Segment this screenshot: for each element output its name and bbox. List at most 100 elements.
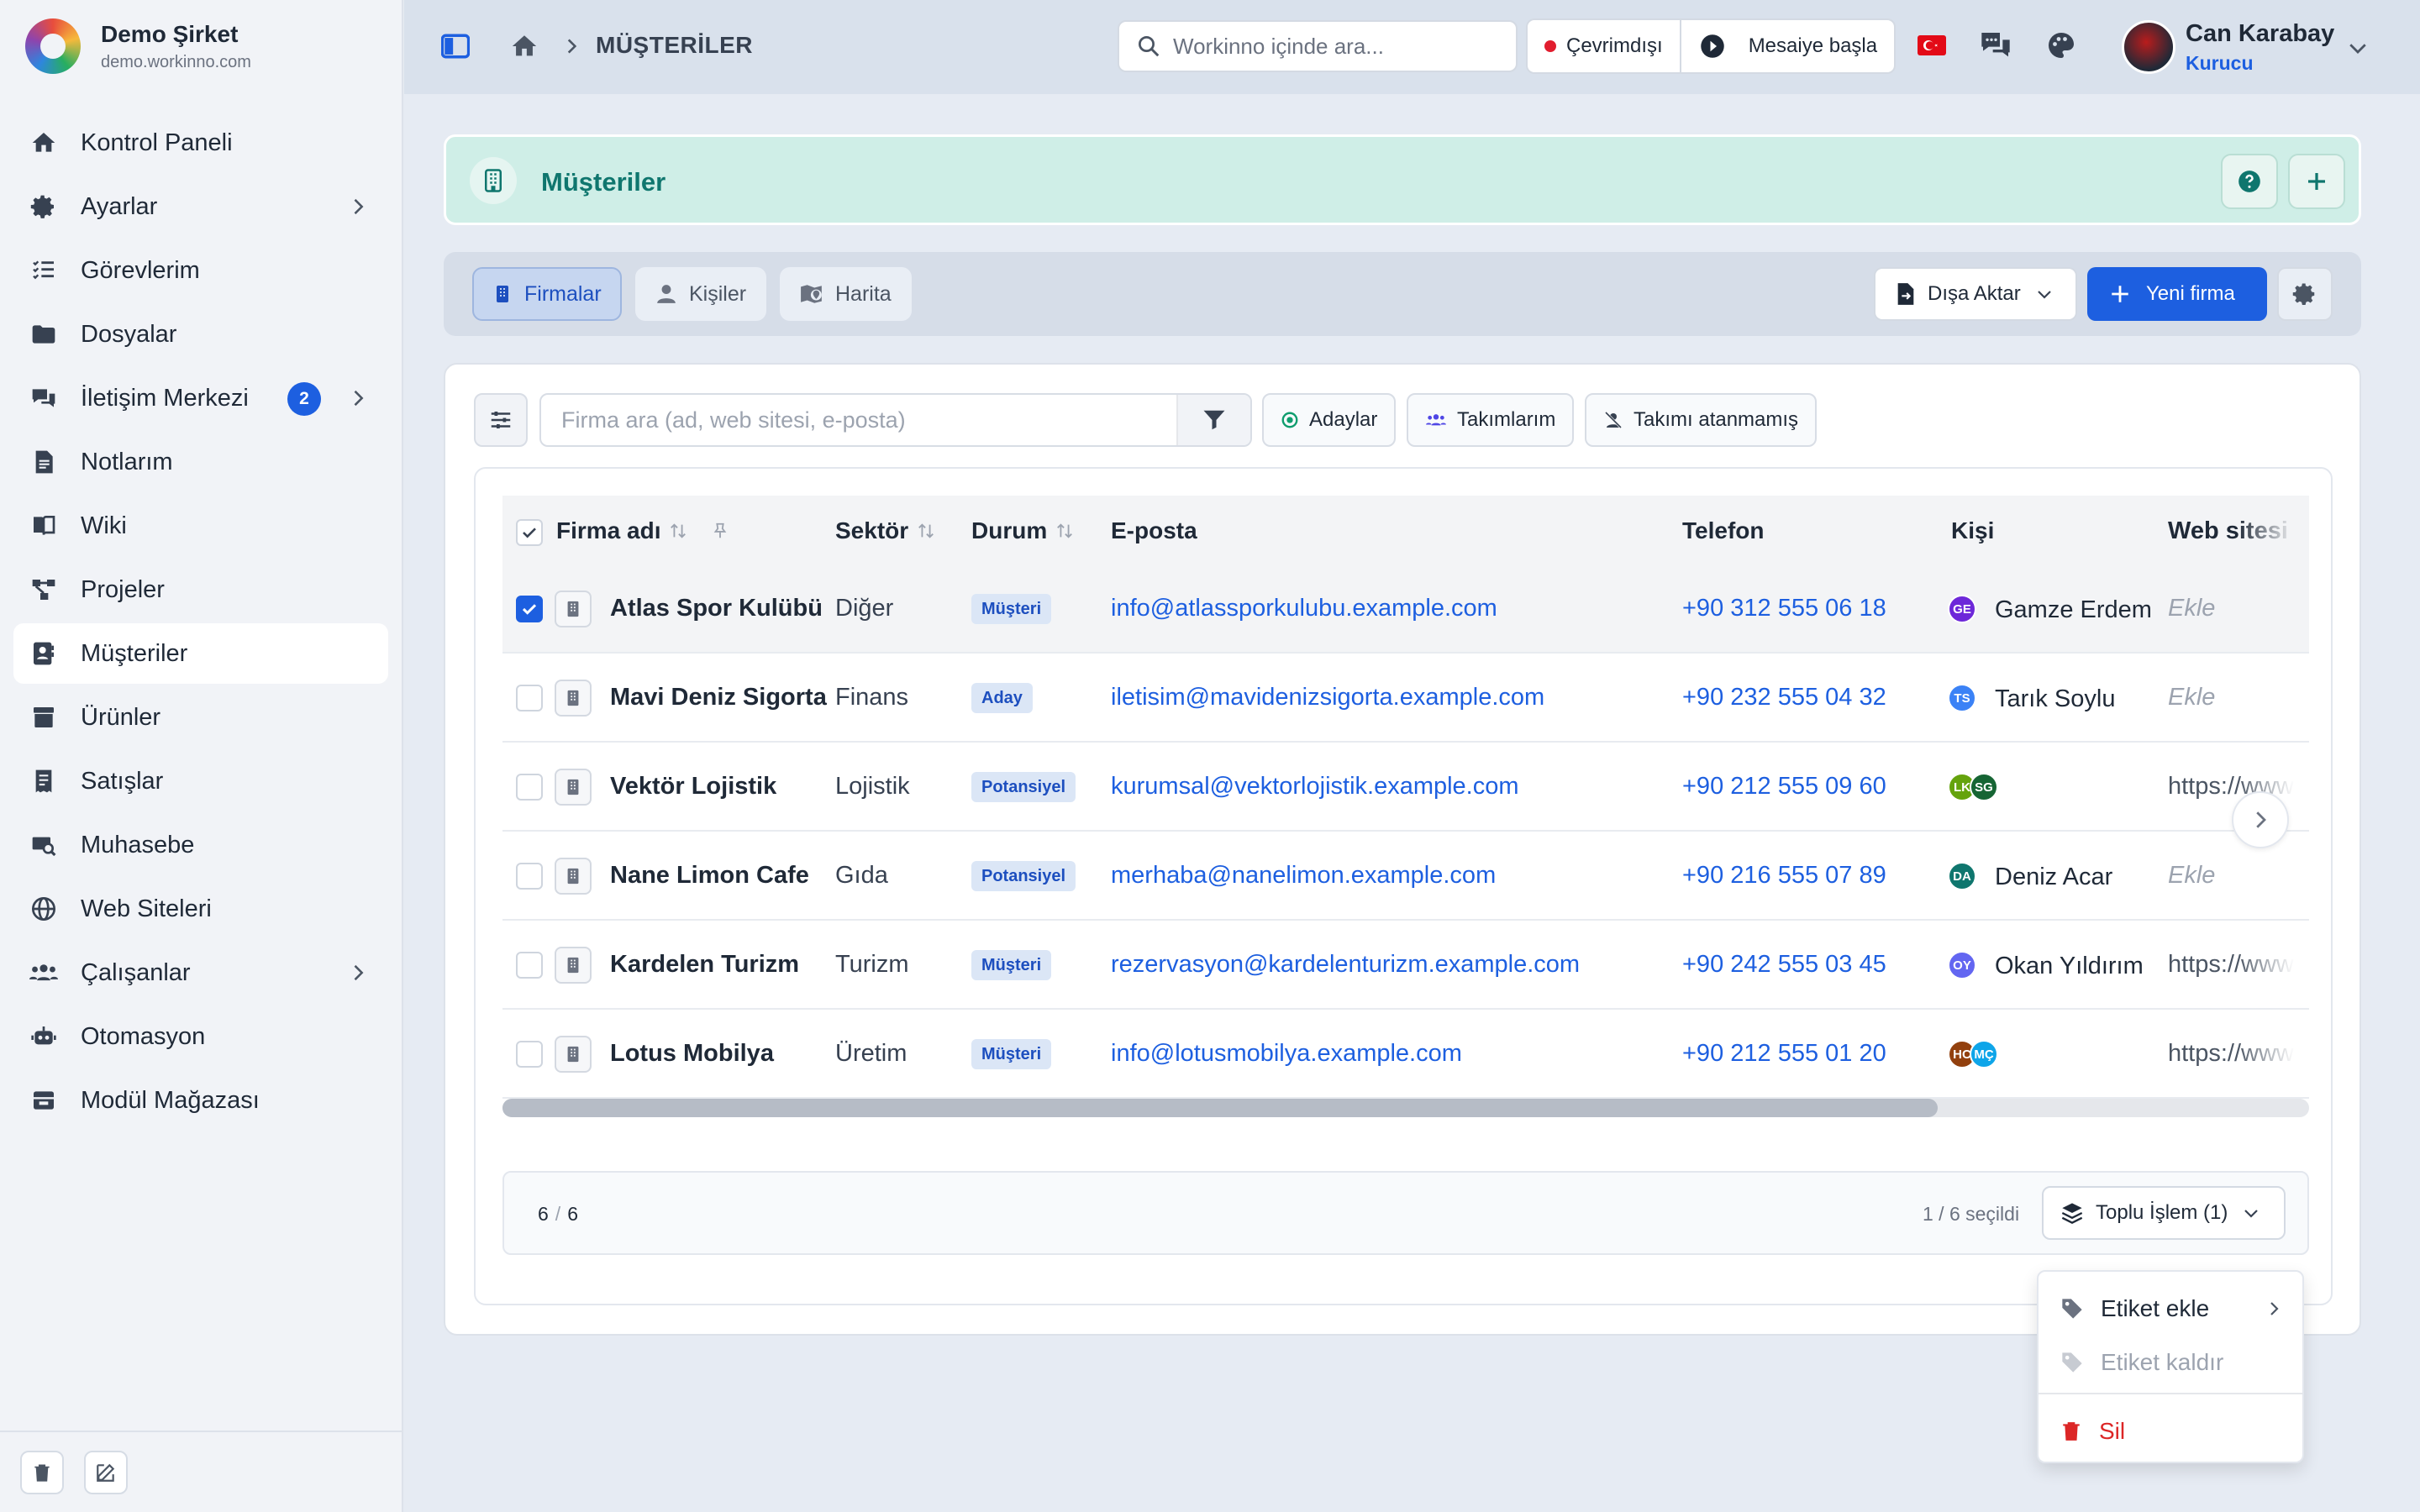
company-name[interactable]: Nane Limon Cafe (610, 862, 809, 890)
sidebar-item-tasks[interactable]: Görevlerim (13, 240, 388, 301)
palette-icon[interactable] (2046, 30, 2076, 60)
contact-person[interactable]: Gamze Erdem (1995, 596, 2152, 624)
avatar[interactable] (2122, 20, 2175, 74)
company-email[interactable]: rezervasyon@kardelenturizm.example.com (1111, 951, 1580, 979)
table-settings-button[interactable] (2277, 267, 2333, 321)
company-email[interactable]: merhaba@nanelimon.example.com (1111, 862, 1496, 890)
person-avatar[interactable]: MÇ (1970, 1040, 1998, 1068)
tab-map[interactable]: Harita (780, 267, 912, 321)
filter-button[interactable] (1176, 395, 1250, 445)
start-shift-button[interactable]: Mesaiye başla (1681, 34, 1877, 59)
company-phone[interactable]: +90 232 555 04 32 (1682, 684, 1886, 711)
sidebar-item-automation[interactable]: Otomasyon (13, 1006, 388, 1067)
sidebar-item-employees[interactable]: Çalışanlar (13, 942, 388, 1003)
row-checkbox[interactable] (516, 774, 543, 801)
add-button[interactable] (2288, 154, 2345, 209)
company-phone[interactable]: +90 212 555 01 20 (1682, 1040, 1886, 1068)
company-website[interactable]: Ekle (2168, 595, 2294, 622)
column-filter-button[interactable] (474, 393, 528, 447)
sidebar-item-settings[interactable]: Ayarlar (13, 176, 388, 237)
column-header-name[interactable]: Firma adı (556, 517, 729, 544)
person-avatar[interactable]: GE (1948, 595, 1976, 623)
menu-item-remove-tag[interactable]: Etiket kaldır (2039, 1336, 2302, 1389)
menu-item-add-tag[interactable]: Etiket ekle (2039, 1282, 2302, 1336)
company-name[interactable]: Lotus Mobilya (610, 1040, 774, 1068)
chevron-down-icon[interactable] (2345, 35, 2370, 60)
filter-chip-leads[interactable]: Adaylar (1262, 393, 1397, 447)
sidebar-item-websites[interactable]: Web Siteleri (13, 879, 388, 939)
edit-button[interactable] (84, 1451, 128, 1494)
sidebar-item-customers[interactable]: Müşteriler (13, 623, 388, 684)
trash-button[interactable] (20, 1451, 64, 1494)
person-avatar[interactable]: SG (1970, 773, 1998, 801)
company-phone[interactable]: +90 312 555 06 18 (1682, 595, 1886, 622)
bulk-action-button[interactable]: Toplu İşlem (1) (2042, 1186, 2286, 1240)
table-row[interactable]: Nane Limon Cafe Gıda Potansiyel merhaba@nan… (502, 832, 2309, 921)
contact-person[interactable]: Tarık Soylu (1995, 685, 2115, 713)
new-company-button[interactable]: Yeni firma (2087, 267, 2267, 321)
company-email[interactable]: info@atlassporkulubu.example.com (1111, 595, 1497, 622)
person-avatar[interactable]: OY (1948, 951, 1976, 979)
sort-icon[interactable] (917, 522, 935, 540)
row-checkbox[interactable] (516, 596, 543, 622)
contact-person[interactable]: Okan Yıldırım (1995, 953, 2144, 980)
company-website[interactable]: Ekle (2168, 684, 2294, 711)
person-avatar[interactable]: TS (1948, 684, 1976, 712)
sidebar-item-files[interactable]: Dosyalar (13, 304, 388, 365)
company-email[interactable]: iletisim@mavidenizsigorta.example.com (1111, 684, 1544, 711)
filter-chip-my-teams[interactable]: Takımlarım (1407, 393, 1575, 447)
contact-person[interactable]: Deniz Acar (1995, 864, 2112, 891)
company-search-input[interactable]: Firma ara (ad, web sitesi, e-posta) (539, 393, 1252, 447)
sidebar-item-sales[interactable]: Satışlar (13, 751, 388, 811)
tab-people[interactable]: Kişiler (635, 267, 767, 321)
company-name[interactable]: Atlas Spor Kulübü (610, 595, 823, 622)
table-row[interactable]: Kardelen Turizm Turizm Müşteri rezervasyon@… (502, 921, 2309, 1010)
tab-companies[interactable]: Firmalar (472, 267, 622, 321)
select-all-checkbox[interactable] (516, 519, 543, 546)
table-row[interactable]: Vektör Lojistik Lojistik Potansiyel kurumsa… (502, 743, 2309, 832)
table-row[interactable]: Mavi Deniz Sigorta Finans Aday iletisim@mav… (502, 654, 2309, 743)
company-name[interactable]: Mavi Deniz Sigorta (610, 684, 827, 711)
company-brand[interactable]: Demo Şirket demo.workinno.com (25, 17, 251, 76)
company-name[interactable]: Kardelen Turizm (610, 951, 799, 979)
sidebar-item-wiki[interactable]: Wiki (13, 496, 388, 556)
row-checkbox[interactable] (516, 685, 543, 711)
sidebar-item-module-store[interactable]: Modül Mağazası (13, 1070, 388, 1131)
sidebar-toggle-icon[interactable] (441, 34, 470, 59)
sidebar-item-projects[interactable]: Projeler (13, 559, 388, 620)
messages-icon[interactable] (1979, 29, 2012, 62)
row-checkbox[interactable] (516, 1041, 543, 1068)
export-button[interactable]: Dışa Aktar (1874, 267, 2077, 321)
menu-item-delete[interactable]: Sil (2039, 1404, 2302, 1458)
horizontal-scrollbar[interactable] (502, 1099, 2309, 1117)
column-header-status[interactable]: Durum (971, 517, 1074, 544)
company-phone[interactable]: +90 216 555 07 89 (1682, 862, 1886, 890)
sort-icon[interactable] (669, 522, 687, 540)
scroll-right-button[interactable] (2232, 791, 2289, 848)
table-row[interactable]: Lotus Mobilya Üretim Müşteri info@lotusmobi… (502, 1010, 2309, 1099)
row-checkbox[interactable] (516, 952, 543, 979)
company-email[interactable]: kurumsal@vektorlojistik.example.com (1111, 773, 1519, 801)
company-phone[interactable]: +90 212 555 09 60 (1682, 773, 1886, 801)
sidebar-item-accounting[interactable]: Muhasebe (13, 815, 388, 875)
sidebar-item-communication[interactable]: İletişim Merkezi 2 (13, 368, 388, 428)
filter-chip-unassigned-team[interactable]: Takımı atanmamış (1585, 393, 1818, 447)
sidebar-item-dashboard[interactable]: Kontrol Paneli (13, 113, 388, 173)
company-phone[interactable]: +90 242 555 03 45 (1682, 951, 1886, 979)
sidebar-item-notes[interactable]: Notlarım (13, 432, 388, 492)
company-website[interactable]: https://www.kardelenturizm.example.com (2168, 951, 2294, 979)
company-website[interactable]: Ekle (2168, 862, 2294, 890)
scrollbar-thumb[interactable] (502, 1099, 1938, 1117)
person-avatar[interactable]: DA (1948, 862, 1976, 890)
table-row[interactable]: Atlas Spor Kulübü Diğer Müşteri info@atlass… (502, 564, 2309, 654)
company-name[interactable]: Vektör Lojistik (610, 773, 776, 801)
company-email[interactable]: info@lotusmobilya.example.com (1111, 1040, 1462, 1068)
pin-icon[interactable] (711, 522, 729, 540)
row-checkbox[interactable] (516, 863, 543, 890)
turkish-flag-icon[interactable] (1918, 35, 1946, 55)
company-website[interactable]: https://www.lotusmobilya.example.com (2168, 1040, 2294, 1068)
sidebar-item-products[interactable]: Ürünler (13, 687, 388, 748)
help-button[interactable] (2221, 154, 2278, 209)
home-icon[interactable] (510, 32, 539, 60)
status-button[interactable]: Çevrimdışı (1528, 20, 1681, 72)
